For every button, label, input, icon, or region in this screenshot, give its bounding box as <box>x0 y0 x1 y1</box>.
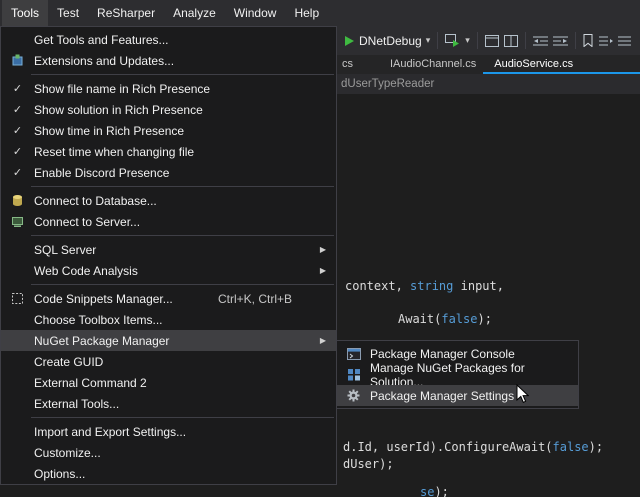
nuget-package-manager-submenu: Package Manager Console Manage NuGet Pac… <box>336 340 579 409</box>
menu-separator <box>31 186 334 187</box>
checkmark-icon: ✓ <box>9 145 26 158</box>
menu-separator <box>31 284 334 285</box>
menu-item-package-manager-settings[interactable]: Package Manager Settings <box>337 385 578 406</box>
menu-separator <box>31 74 334 75</box>
menu-separator <box>31 417 334 418</box>
menu-item-enable-discord-presence[interactable]: ✓Enable Discord Presence <box>1 162 336 183</box>
tools-menu: Get Tools and Features... Extensions and… <box>0 26 337 485</box>
submenu-arrow-icon: ▶ <box>320 245 326 254</box>
menu-item-import-export-settings[interactable]: Import and Export Settings... <box>1 421 336 442</box>
menu-item-external-command-2[interactable]: External Command 2 <box>1 372 336 393</box>
shortcut-label: Ctrl+K, Ctrl+B <box>218 292 292 306</box>
checkmark-icon: ✓ <box>9 124 26 137</box>
new-window-icon[interactable] <box>485 35 499 47</box>
start-debug-button[interactable]: DNetDebug ▾ <box>344 34 430 48</box>
toolbar-separator <box>575 32 576 49</box>
menu-item-show-file-name-rich-presence[interactable]: ✓Show file name in Rich Presence <box>1 78 336 99</box>
toggle-bookmarks-icon[interactable] <box>599 35 613 47</box>
menubar-test[interactable]: Test <box>48 0 88 26</box>
bookmark-icon[interactable] <box>583 34 594 47</box>
code-line: d.Id, userId).ConfigureAwait(false); <box>343 440 603 454</box>
menu-item-extensions-and-updates[interactable]: Extensions and Updates... <box>1 50 336 71</box>
menubar-resharper[interactable]: ReSharper <box>88 0 164 26</box>
server-icon <box>9 215 26 228</box>
menubar-window[interactable]: Window <box>225 0 286 26</box>
attach-to-process-icon[interactable] <box>445 34 460 47</box>
menu-item-code-snippets-manager[interactable]: Code Snippets Manager... Ctrl+K, Ctrl+B <box>1 288 336 309</box>
code-line: Await(false); <box>398 312 492 326</box>
menu-item-external-tools[interactable]: External Tools... <box>1 393 336 414</box>
menubar-tools[interactable]: Tools <box>2 0 48 26</box>
menu-item-show-solution-rich-presence[interactable]: ✓Show solution in Rich Presence <box>1 99 336 120</box>
menu-item-customize[interactable]: Customize... <box>1 442 336 463</box>
code-line: dUser); <box>343 457 394 471</box>
attach-caret-icon[interactable]: ▾ <box>465 36 470 45</box>
menu-item-web-code-analysis[interactable]: Web Code Analysis▶ <box>1 260 336 281</box>
database-icon <box>9 194 26 207</box>
submenu-arrow-icon: ▶ <box>320 266 326 275</box>
menu-separator <box>31 235 334 236</box>
increase-indent-icon[interactable] <box>553 35 568 47</box>
gear-icon <box>345 389 362 402</box>
run-config-label: DNetDebug <box>359 34 422 48</box>
menubar-help[interactable]: Help <box>285 0 328 26</box>
menu-item-sql-server[interactable]: SQL Server▶ <box>1 239 336 260</box>
packages-icon <box>345 368 362 381</box>
checkmark-icon: ✓ <box>9 166 26 179</box>
menu-item-create-guid[interactable]: Create GUID <box>1 351 336 372</box>
menu-item-manage-nuget-packages-for-solution[interactable]: Manage NuGet Packages for Solution... <box>337 364 578 385</box>
checkmark-icon: ✓ <box>9 103 26 116</box>
console-icon <box>345 348 362 360</box>
menu-item-connect-to-server[interactable]: Connect to Server... <box>1 211 336 232</box>
document-tab[interactable]: cs <box>340 55 355 74</box>
code-line: se); <box>420 485 449 497</box>
menu-item-nuget-package-manager[interactable]: NuGet Package Manager▶ <box>1 330 336 351</box>
snippets-icon <box>9 292 26 305</box>
menubar-analyze[interactable]: Analyze <box>164 0 225 26</box>
toolbar-separator <box>525 32 526 49</box>
menu-bar: Tools Test ReSharper Analyze Window Help <box>0 0 640 26</box>
menu-item-options[interactable]: Options... <box>1 463 336 484</box>
extensions-icon <box>9 54 26 67</box>
run-config-caret-icon[interactable]: ▾ <box>426 36 431 45</box>
menu-item-get-tools-and-features[interactable]: Get Tools and Features... <box>1 29 336 50</box>
toolbar-separator <box>477 32 478 49</box>
document-tab-iaudiochannel[interactable]: IAudioChannel.cs <box>381 55 485 74</box>
menu-item-show-time-rich-presence[interactable]: ✓Show time in Rich Presence <box>1 120 336 141</box>
split-window-icon[interactable] <box>504 35 518 47</box>
submenu-arrow-icon: ▶ <box>320 336 326 345</box>
menu-item-reset-time-when-changing-file[interactable]: ✓Reset time when changing file <box>1 141 336 162</box>
task-list-icon[interactable] <box>618 35 632 47</box>
menu-item-connect-to-database[interactable]: Connect to Database... <box>1 190 336 211</box>
decrease-indent-icon[interactable] <box>533 35 548 47</box>
menu-item-choose-toolbox-items[interactable]: Choose Toolbox Items... <box>1 309 336 330</box>
toolbar-separator <box>437 32 438 49</box>
code-line: context, string input, <box>345 279 504 293</box>
vs-window: Tools Test ReSharper Analyze Window Help… <box>0 0 640 497</box>
navigation-type-label: dUserTypeReader <box>341 78 434 90</box>
checkmark-icon: ✓ <box>9 82 26 95</box>
mouse-cursor <box>516 384 529 404</box>
play-icon <box>344 35 355 47</box>
